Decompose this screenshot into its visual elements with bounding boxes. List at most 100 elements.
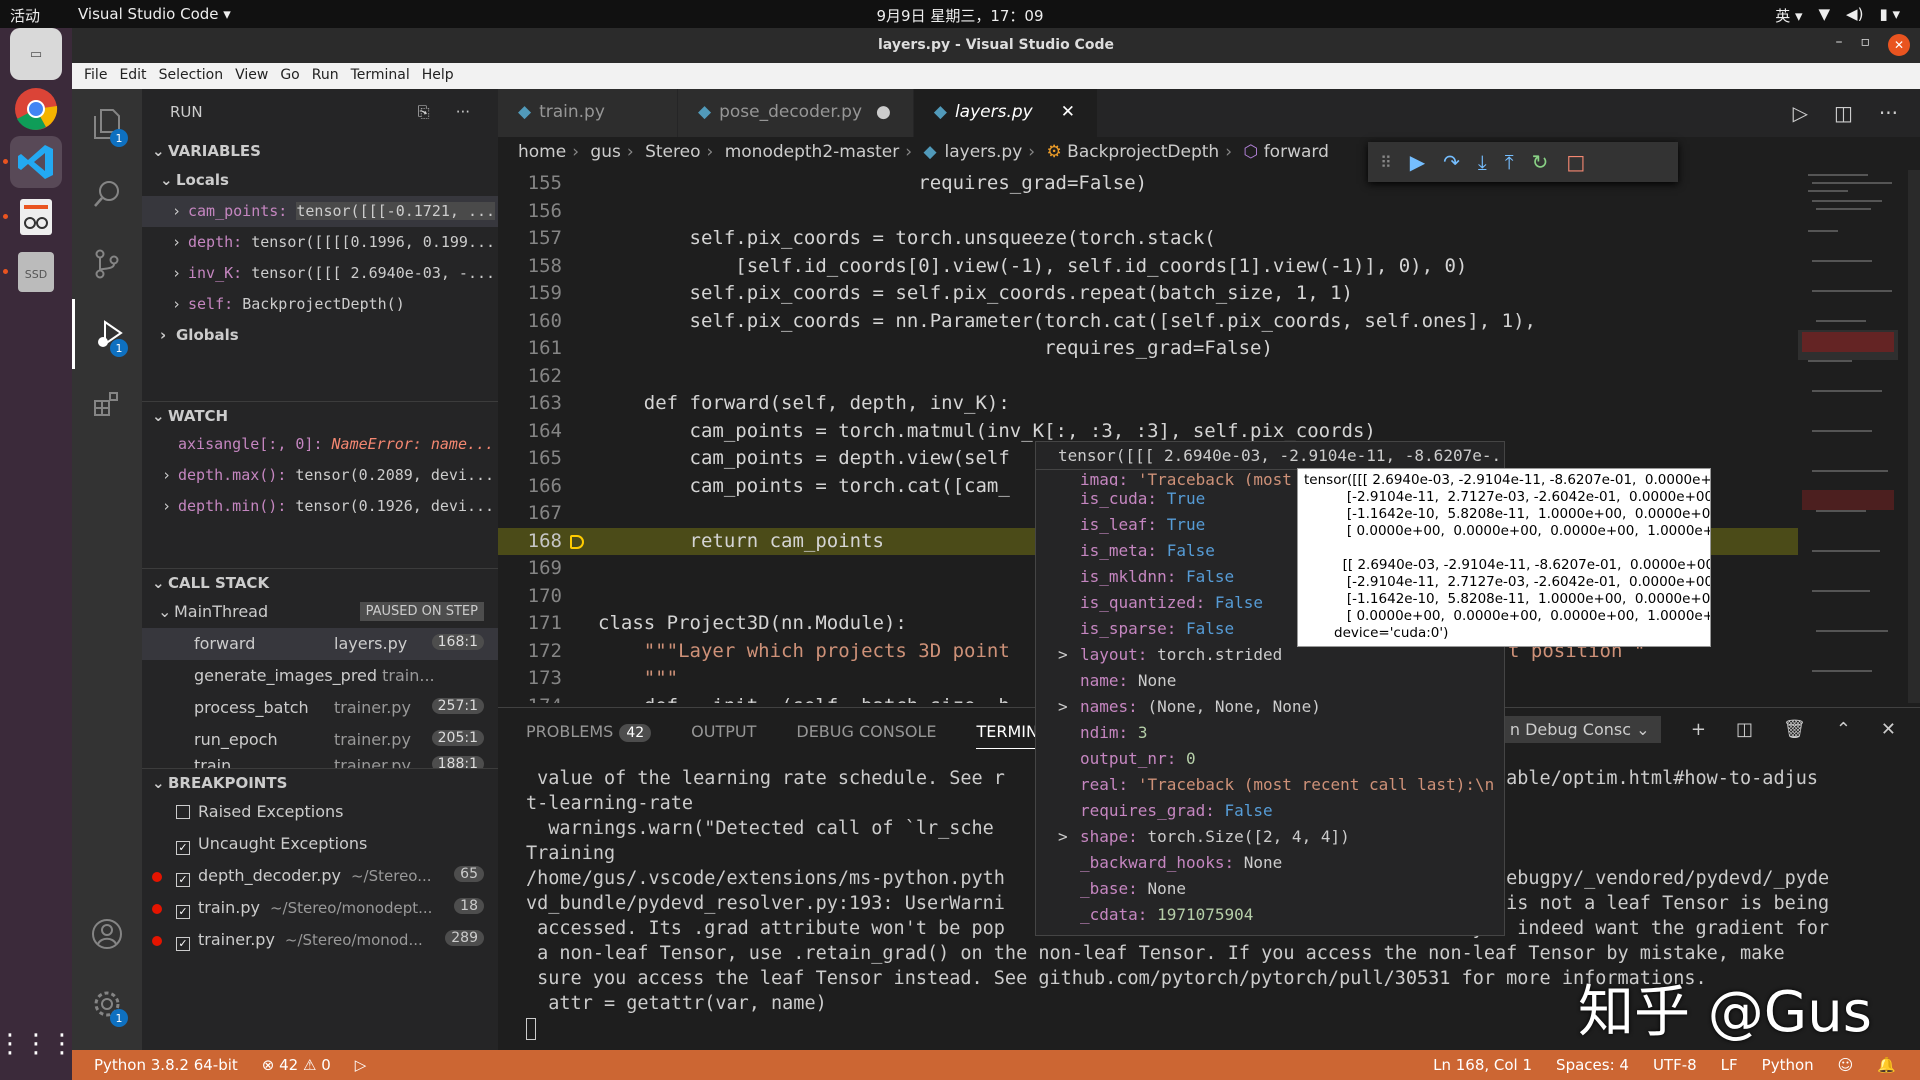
hover-property-row[interactable]: > shape: torch.Size([2, 4, 4]) <box>1036 824 1504 850</box>
hover-property-row[interactable]: _base: None <box>1036 876 1504 902</box>
callstack-section-header[interactable]: ⌄ CALL STACK <box>142 568 498 596</box>
breakpoint-file[interactable]: ✓ train.py ~/Stereo/monodept... 18 <box>142 892 498 924</box>
menu-view[interactable]: View <box>229 63 274 89</box>
checkbox[interactable] <box>176 805 190 819</box>
problems-status[interactable]: ⊗ 42 ⚠ 0 <box>262 1056 331 1074</box>
watch-row[interactable]: axisangle[:, 0]: NameError: name... <box>142 429 498 460</box>
tab-problems[interactable]: PROBLEMS 42 <box>526 722 652 742</box>
run-icon[interactable]: ▷ <box>355 1056 367 1074</box>
breadcrumb-item[interactable]: BackprojectDepth <box>1067 142 1219 162</box>
continue-icon[interactable]: ▶ <box>1410 150 1425 174</box>
hover-property-row[interactable]: name: None <box>1036 668 1504 694</box>
minimap[interactable] <box>1798 170 1910 703</box>
menu-selection[interactable]: Selection <box>153 63 230 89</box>
drag-handle-icon[interactable]: ⠿ <box>1380 153 1392 172</box>
new-terminal-icon[interactable]: + <box>1691 719 1706 740</box>
breakpoint-file[interactable]: ✓ depth_decoder.py ~/Stereo... 65 <box>142 860 498 892</box>
checkbox-checked[interactable]: ✓ <box>176 905 190 919</box>
explorer-icon[interactable]: 1 <box>72 89 142 159</box>
menu-file[interactable]: File <box>78 63 113 89</box>
tab-output[interactable]: OUTPUT <box>691 722 756 741</box>
menu-terminal[interactable]: Terminal <box>345 63 416 89</box>
encoding[interactable]: UTF-8 <box>1653 1056 1697 1074</box>
breadcrumb-item[interactable]: Stereo <box>645 142 700 162</box>
stop-icon[interactable]: □ <box>1566 150 1585 174</box>
feedback-icon[interactable]: ☺ <box>1838 1056 1854 1074</box>
indentation[interactable]: Spaces: 4 <box>1556 1056 1629 1074</box>
run-file-icon[interactable]: ▷ <box>1793 101 1808 125</box>
watch-row[interactable]: › depth.min(): tensor(0.1926, devi... <box>142 491 498 522</box>
thread-row[interactable]: ⌄ MainThread PAUSED ON STEP <box>142 596 498 628</box>
editor-scrollbar[interactable] <box>1908 170 1920 703</box>
split-editor-icon[interactable]: ◫ <box>1834 101 1853 125</box>
network-icon[interactable]: ▼ <box>1819 5 1831 26</box>
breadcrumb-item[interactable]: layers.py <box>945 142 1023 162</box>
menu-go[interactable]: Go <box>274 63 305 89</box>
stack-frame[interactable]: generate_images_pred train... <box>142 660 498 692</box>
breakpoints-section-header[interactable]: ⌄ BREAKPOINTS <box>142 768 498 796</box>
breadcrumb-item[interactable]: monodepth2-master <box>725 142 900 162</box>
extensions-icon[interactable] <box>72 369 142 439</box>
tab-train-py[interactable]: ◆ train.py <box>498 89 678 137</box>
hover-property-row[interactable]: output_nr: 0 <box>1036 746 1504 772</box>
maximize-icon[interactable]: ▫ <box>1861 34 1871 56</box>
tab-layers-py[interactable]: ◆ layers.py ✕ <box>913 89 1098 137</box>
battery-icon[interactable]: ▮ ▾ <box>1879 5 1900 26</box>
files-icon[interactable]: ▭ <box>10 28 62 80</box>
breakpoint-file[interactable]: ✓ trainer.py ~/Stereo/monod... 289 <box>142 924 498 956</box>
locals-scope[interactable]: ⌄ Locals <box>142 165 498 196</box>
stack-frame[interactable]: run_epoch trainer.py 205:1 <box>142 724 498 756</box>
restart-icon[interactable]: ↻ <box>1532 150 1549 174</box>
cursor-position[interactable]: Ln 168, Col 1 <box>1433 1056 1532 1074</box>
line-ending[interactable]: LF <box>1721 1056 1738 1074</box>
show-apps-icon[interactable]: ⋮⋮⋮ <box>0 1018 75 1070</box>
more-actions-icon[interactable]: ··· <box>1879 101 1898 125</box>
close-tab-icon[interactable]: ✕ <box>1061 102 1075 122</box>
variable-row[interactable]: › depth: tensor([[[[0.1996, 0.199... <box>142 227 498 258</box>
variable-row[interactable]: › inv_K: tensor([[[ 2.6940e-03, -... <box>142 258 498 289</box>
more-actions-icon[interactable]: ··· <box>456 103 470 121</box>
minimize-icon[interactable]: – <box>1836 34 1843 56</box>
source-control-icon[interactable] <box>72 229 142 299</box>
breadcrumb-item[interactable]: forward <box>1264 142 1329 162</box>
menu-edit[interactable]: Edit <box>113 63 152 89</box>
settings-gear-icon[interactable]: 1 <box>72 969 142 1039</box>
hover-property-row[interactable]: _backward_hooks: None <box>1036 850 1504 876</box>
document-viewer-icon[interactable] <box>10 191 62 243</box>
search-icon[interactable] <box>72 159 142 229</box>
hover-property-row[interactable]: > names: (None, None, None) <box>1036 694 1504 720</box>
stack-frame[interactable]: train trainer.py 188:1 <box>142 756 498 768</box>
step-into-icon[interactable]: ⤓ <box>1478 150 1487 174</box>
menu-help[interactable]: Help <box>416 63 460 89</box>
close-icon[interactable]: ✕ <box>1888 34 1910 56</box>
hover-property-row[interactable]: requires_grad: False <box>1036 798 1504 824</box>
breakpoint-raised-exceptions[interactable]: Raised Exceptions <box>142 796 498 828</box>
breadcrumb-item[interactable]: gus <box>590 142 620 162</box>
checkbox-checked[interactable]: ✓ <box>176 873 190 887</box>
chrome-icon[interactable] <box>10 83 62 135</box>
stack-frame[interactable]: forward layers.py 168:1 <box>142 628 498 660</box>
terminal-select[interactable]: n Debug Consc ⌄ <box>1500 716 1661 743</box>
watch-row[interactable]: › depth.max(): tensor(0.2089, devi... <box>142 460 498 491</box>
trash-icon[interactable]: 🗑 <box>1783 719 1806 740</box>
close-panel-icon[interactable]: ✕ <box>1881 719 1896 740</box>
python-interpreter[interactable]: Python 3.8.2 64-bit <box>94 1056 238 1074</box>
variable-row[interactable]: › cam_points: tensor([[[-0.1721, ... <box>142 196 498 227</box>
step-over-icon[interactable]: ↷ <box>1443 150 1460 174</box>
language-mode[interactable]: Python <box>1762 1056 1814 1074</box>
checkbox-checked[interactable]: ✓ <box>176 937 190 951</box>
globals-scope[interactable]: › Globals <box>142 320 498 351</box>
hover-property-row[interactable]: _cdata: 1971075904 <box>1036 902 1504 928</box>
stack-frame[interactable]: process_batch trainer.py 257:1 <box>142 692 498 724</box>
variables-section-header[interactable]: ⌄ VARIABLES <box>142 137 498 165</box>
input-method[interactable]: 英 ▾ <box>1775 5 1802 26</box>
ssd-drive-icon[interactable]: SSD <box>10 246 62 298</box>
breadcrumb-item[interactable]: home <box>518 142 566 162</box>
step-out-icon[interactable]: ⤒ <box>1505 150 1514 174</box>
account-icon[interactable] <box>72 899 142 969</box>
tab-pose-decoder-py[interactable]: ◆ pose_decoder.py ● <box>678 89 914 137</box>
volume-icon[interactable]: ◀) <box>1846 5 1863 26</box>
vscode-icon[interactable] <box>10 136 62 188</box>
open-config-icon[interactable]: ⎘ <box>418 103 430 121</box>
clock[interactable]: 9月9日 星期三，17：09 <box>0 5 1920 26</box>
